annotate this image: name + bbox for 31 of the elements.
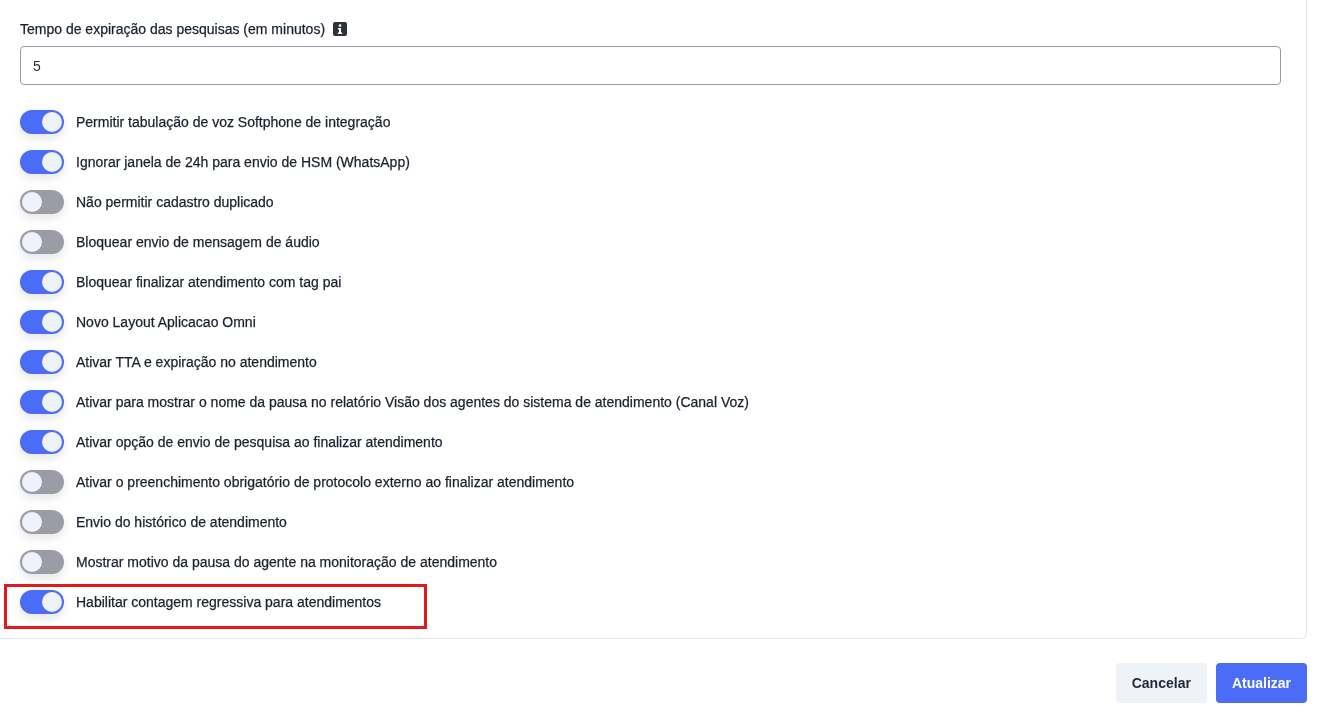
toggle-label: Não permitir cadastro duplicado: [76, 193, 274, 211]
toggle-switch[interactable]: [20, 390, 64, 414]
toggle-switch[interactable]: [20, 230, 64, 254]
toggle-label: Ativar TTA e expiração no atendimento: [76, 353, 317, 371]
toggle-label: Habilitar contagem regressiva para atendimentos: [76, 593, 382, 611]
toggle-label: Ativar para mostrar o nome da pausa no relatório Visão dos agentes do sistema de atendimento (Canal Voz): [76, 393, 749, 411]
toggle-switch[interactable]: [20, 590, 64, 614]
toggle-switch[interactable]: [20, 110, 64, 134]
input-field[interactable]: 5: [20, 46, 1281, 85]
field-label: Tempo de expiração das pesquisas (em minutos): [20, 20, 326, 38]
toggle-switch[interactable]: [20, 150, 64, 174]
cancel-button[interactable]: Cancelar: [1115, 663, 1207, 703]
toggle-label: Novo Layout Aplicacao Omni: [76, 313, 256, 331]
toggle-label: Mostrar motivo da pausa do agente na monitoração de atendimento: [76, 553, 498, 571]
toggle-label: Permitir tabulação de voz Softphone de integração: [76, 113, 391, 131]
info-icon: [333, 22, 348, 36]
toggle-switch[interactable]: [20, 310, 64, 334]
submit-button[interactable]: Atualizar: [1215, 663, 1307, 703]
toggle-switch[interactable]: [20, 270, 64, 294]
toggle-label: Envio do histórico de atendimento: [76, 513, 287, 531]
toggle-switch[interactable]: [20, 510, 64, 534]
toggle-label: Ativar o preenchimento obrigatório de protocolo externo ao finalizar atendimento: [76, 473, 575, 491]
toggle-switch[interactable]: [20, 470, 64, 494]
toggle-label: Bloquear envio de mensagem de áudio: [76, 233, 320, 251]
toggle-label: Bloquear finalizar atendimento com tag pai: [76, 273, 342, 291]
toggle-label: Ignorar janela de 24h para envio de HSM (WhatsApp): [76, 153, 410, 171]
toggle-label: Ativar opção de envio de pesquisa ao finalizar atendimento: [76, 433, 443, 451]
toggle-switch[interactable]: [20, 350, 64, 374]
toggle-switch[interactable]: [20, 430, 64, 454]
toggle-switch[interactable]: [20, 550, 64, 574]
toggle-switch[interactable]: [20, 190, 64, 214]
